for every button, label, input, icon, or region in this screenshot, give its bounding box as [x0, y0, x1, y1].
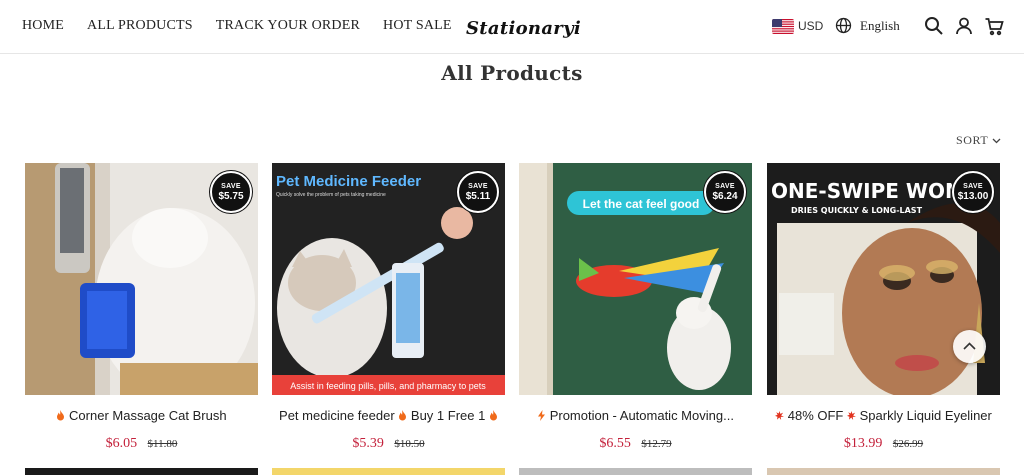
- sale-price: $6.05: [105, 436, 138, 451]
- chevron-up-icon: [963, 342, 976, 350]
- next-row-product-image[interactable]: [25, 468, 258, 475]
- product-title[interactable]: Corner Massage Cat Brush: [25, 408, 258, 423]
- product-title-text: Pet medicine feeder: [279, 408, 395, 423]
- original-price: $12.79: [641, 438, 672, 450]
- sale-price: $6.55: [599, 436, 631, 451]
- save-badge: SAVE $6.24: [704, 171, 746, 213]
- fire-icon: [57, 410, 65, 421]
- product-title-text: 48% OFF: [787, 408, 844, 423]
- sale-price: $13.99: [843, 436, 883, 451]
- chevron-down-icon: [992, 138, 1001, 144]
- product-prices: $13.99 $26.99: [767, 434, 1000, 452]
- product-title[interactable]: Promotion - Automatic Moving...: [519, 408, 752, 423]
- next-row-product-image[interactable]: [767, 468, 1000, 475]
- image-caption-sub: DRIES QUICKLY & LONG-LAST: [791, 206, 923, 215]
- search-icon[interactable]: [924, 16, 944, 36]
- product-title[interactable]: 48% OFF Sparkly Liquid Eyeliner: [767, 408, 1000, 423]
- currency-selector[interactable]: USD: [798, 19, 823, 33]
- product-title-text: Promotion - Automatic Moving...: [549, 408, 734, 423]
- original-price: $10.50: [394, 438, 425, 450]
- language-selector[interactable]: English: [860, 18, 900, 34]
- product-card[interactable]: Let the cat feel good SAVE $6.24 Promoti…: [519, 163, 752, 451]
- nav-home[interactable]: HOME: [22, 18, 64, 34]
- next-row-product-image[interactable]: [272, 468, 505, 475]
- fire-icon: [489, 410, 497, 421]
- nav-all-products[interactable]: ALL PRODUCTS: [87, 18, 193, 34]
- image-caption-bottom: Assist in feeding pills, pills, and phar…: [290, 381, 486, 391]
- burst-icon: [775, 411, 785, 420]
- sort-label: SORT: [956, 133, 989, 147]
- save-badge: SAVE $5.75: [210, 171, 252, 213]
- original-price: $11.80: [147, 438, 178, 450]
- original-price: $26.99: [892, 438, 924, 450]
- site-logo[interactable]: Stationaryi: [466, 18, 581, 39]
- burst-icon: [847, 411, 856, 420]
- account-icon[interactable]: [954, 16, 974, 36]
- product-image[interactable]: SAVE $5.75: [25, 163, 258, 395]
- product-prices: $6.55 $12.79: [519, 434, 752, 452]
- globe-icon[interactable]: [835, 17, 852, 34]
- sale-price: $5.39: [352, 436, 384, 451]
- nav-hot-sale[interactable]: HOT SALE: [383, 18, 452, 34]
- image-caption-top: Pet Medicine Feeder: [276, 173, 421, 190]
- next-row-product-image[interactable]: [519, 468, 752, 475]
- nav-track-order[interactable]: TRACK YOUR ORDER: [216, 18, 360, 34]
- product-image[interactable]: Assist in feeding pills, pills, and phar…: [272, 163, 505, 395]
- page-title: All Products: [441, 61, 583, 85]
- product-image[interactable]: Let the cat feel good SAVE $6.24: [519, 163, 752, 395]
- main-nav: HOME ALL PRODUCTS TRACK YOUR ORDER HOT S…: [22, 18, 475, 34]
- us-flag-icon[interactable]: [772, 19, 794, 34]
- save-badge: SAVE $13.00: [952, 171, 994, 213]
- product-card[interactable]: Assist in feeding pills, pills, and phar…: [272, 163, 505, 451]
- product-prices: $5.39 $10.50: [272, 434, 505, 452]
- fire-icon: [399, 410, 407, 421]
- save-badge: SAVE $5.11: [457, 171, 499, 213]
- product-title-suffix: Buy 1 Free 1: [410, 408, 486, 423]
- cart-icon[interactable]: [984, 16, 1004, 36]
- sort-dropdown[interactable]: SORT: [956, 133, 1001, 148]
- site-header: HOME ALL PRODUCTS TRACK YOUR ORDER HOT S…: [0, 0, 1024, 54]
- scroll-top-button[interactable]: [953, 330, 986, 363]
- product-title-text: Corner Massage Cat Brush: [69, 408, 227, 423]
- image-caption-sub: Quickly solve the problem of pets taking…: [276, 192, 386, 198]
- image-caption-top: Let the cat feel good: [583, 197, 700, 211]
- lightning-icon: [538, 410, 546, 421]
- product-title[interactable]: Pet medicine feeder Buy 1 Free 1: [272, 408, 505, 423]
- product-card[interactable]: SAVE $5.75 Corner Massage Cat Brush $6.0…: [25, 163, 258, 451]
- product-title-suffix: Sparkly Liquid Eyeliner: [859, 408, 992, 423]
- product-prices: $6.05 $11.80: [25, 434, 258, 452]
